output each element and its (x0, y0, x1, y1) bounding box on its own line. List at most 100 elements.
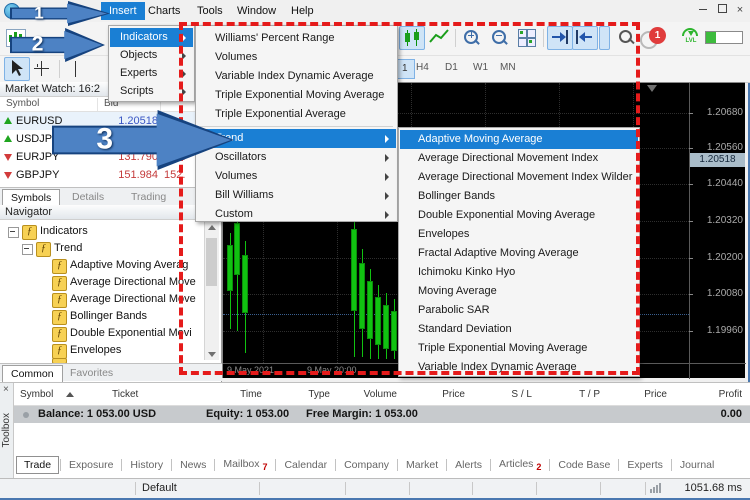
menu-item-parabolic-sar[interactable]: Parabolic SAR (400, 301, 638, 320)
menu-item-vida2[interactable]: Variable Index Dynamic Average (400, 358, 638, 377)
tree-item[interactable]: Envelopes (70, 343, 198, 358)
tab-experts[interactable]: Experts (620, 457, 670, 473)
tab-symbols[interactable]: Symbols (2, 189, 60, 206)
zoom-in-button[interactable] (459, 26, 485, 50)
tile-windows-button[interactable] (514, 26, 540, 50)
connection-progress-bar (705, 31, 743, 44)
menu-item-scripts[interactable]: Scripts (110, 82, 193, 101)
tab-company[interactable]: Company (337, 457, 396, 473)
tab-articles[interactable]: Articles 2 (492, 456, 548, 474)
menu-category-custom[interactable]: Custom (197, 205, 396, 224)
tab-mailbox[interactable]: Mailbox 7 (216, 456, 274, 474)
menu-category-bill-williams[interactable]: Bill Williams (197, 186, 396, 205)
search-icon[interactable] (614, 26, 640, 50)
tree-item-indicators[interactable]: Indicators (40, 224, 168, 239)
col-price2[interactable]: Price (617, 389, 667, 401)
timeframe-mn-button[interactable]: MN (496, 59, 520, 77)
function-icon: ƒ (52, 276, 67, 291)
menu-item-vida[interactable]: Variable Index Dynamic Average (197, 67, 396, 86)
notification-badge: 1 (649, 27, 666, 44)
collapse-icon[interactable] (8, 227, 19, 238)
function-icon: ƒ (52, 259, 67, 274)
menu-charts[interactable]: Charts (140, 2, 188, 20)
tree-item[interactable]: Average Directional Move (70, 275, 198, 290)
col-price[interactable]: Price (415, 389, 465, 401)
line-chart-button[interactable] (427, 26, 453, 50)
tree-item[interactable]: Double Exponential Movi (70, 326, 198, 341)
price-axis[interactable] (689, 83, 690, 379)
tab-favorites[interactable]: Favorites (62, 365, 121, 381)
menu-item-experts[interactable]: Experts (110, 64, 193, 83)
minimize-button[interactable] (696, 4, 710, 18)
shift-end-button[interactable] (547, 26, 573, 50)
collapse-icon[interactable] (22, 244, 33, 255)
column-symbol[interactable]: Symbol (6, 98, 39, 109)
indicator-list-button[interactable] (599, 26, 610, 50)
close-button[interactable]: × (733, 4, 747, 18)
orders-table-header: Symbol Ticket Time Type Volume Price S /… (14, 383, 750, 406)
menu-window[interactable]: Window (229, 2, 284, 20)
tab-trade[interactable]: Trade (16, 456, 59, 474)
menu-item-bollinger-bands[interactable]: Bollinger Bands (400, 187, 638, 206)
col-profit[interactable]: Profit (692, 389, 742, 401)
tab-trading[interactable]: Trading (123, 189, 174, 205)
time-label: 9 May 2021 (227, 365, 274, 375)
profile-selector[interactable]: Default (142, 482, 177, 494)
menu-item-objects[interactable]: Objects (110, 46, 193, 65)
tree-item-trend[interactable]: Trend (54, 241, 182, 256)
menu-item-dema[interactable]: Double Exponential Moving Average (400, 206, 638, 225)
col-tp[interactable]: T / P (550, 389, 600, 401)
auto-scroll-button[interactable] (572, 26, 598, 50)
menu-item-indicators[interactable]: Indicators (110, 28, 193, 47)
menu-help[interactable]: Help (283, 2, 322, 20)
col-sl[interactable]: S / L (482, 389, 532, 401)
tab-codebase[interactable]: Code Base (551, 457, 617, 473)
menu-item-williams-percent-range[interactable]: Williams' Percent Range (197, 29, 396, 48)
navigator-scrollbar[interactable] (204, 222, 219, 360)
timeframe-d1-button[interactable]: D1 (441, 59, 462, 77)
toolbox-close-icon[interactable]: × (3, 384, 9, 395)
menu-item-envelopes[interactable]: Envelopes (400, 225, 638, 244)
tab-alerts[interactable]: Alerts (448, 457, 489, 473)
menu-item-tema2[interactable]: Triple Exponential Moving Average (400, 339, 638, 358)
balance-row[interactable]: Balance: 1 053.00 USD Equity: 1 053.00 F… (14, 406, 750, 423)
tab-calendar[interactable]: Calendar (277, 457, 334, 473)
menu-item-adx-wilder[interactable]: Average Directional Movement Index Wilde… (400, 168, 638, 187)
menu-item-tema[interactable]: Triple Exponential Moving Average (197, 86, 396, 105)
tab-exposure[interactable]: Exposure (62, 457, 120, 473)
toolbox-side-label[interactable]: Toolbox (1, 413, 12, 447)
collapse-marker-icon[interactable] (23, 412, 29, 418)
tab-details[interactable]: Details (64, 189, 112, 205)
menu-item-volumes[interactable]: Volumes (197, 48, 396, 67)
menu-item-moving-average[interactable]: Moving Average (400, 282, 638, 301)
scroll-down-icon[interactable] (208, 352, 216, 357)
col-time[interactable]: Time (212, 389, 262, 401)
tab-journal[interactable]: Journal (673, 457, 721, 473)
scrollbar-thumb[interactable] (206, 238, 217, 286)
lvl-indicator-icon[interactable]: LVL (680, 27, 702, 49)
tab-market[interactable]: Market (399, 457, 445, 473)
tab-common[interactable]: Common (2, 365, 63, 382)
menu-item-frama[interactable]: Fractal Adaptive Moving Average (400, 244, 638, 263)
tab-news[interactable]: News (173, 457, 213, 473)
free-margin-text: Free Margin: 1 053.00 (306, 406, 418, 423)
col-symbol[interactable]: Symbol (20, 389, 53, 401)
menu-item-standard-deviation[interactable]: Standard Deviation (400, 320, 638, 339)
scroll-up-icon[interactable] (208, 225, 216, 230)
col-ticket[interactable]: Ticket (112, 389, 138, 401)
tree-item[interactable]: Average Directional Move (70, 292, 198, 307)
menu-item-adx[interactable]: Average Directional Movement Index (400, 149, 638, 168)
menu-item-adaptive-ma[interactable]: Adaptive Moving Average (400, 130, 638, 149)
tab-history[interactable]: History (123, 457, 170, 473)
timeframe-w1-button[interactable]: W1 (469, 59, 492, 77)
candlestick-chart-button[interactable] (399, 26, 425, 50)
menu-item-ichimoku[interactable]: Ichimoku Kinko Hyo (400, 263, 638, 282)
tree-item[interactable]: Adaptive Moving Averag (70, 258, 198, 273)
timeframe-h4-button[interactable]: H4 (412, 59, 433, 77)
col-volume[interactable]: Volume (347, 389, 397, 401)
col-type[interactable]: Type (280, 389, 330, 401)
restore-button[interactable] (715, 4, 729, 18)
zoom-out-button[interactable] (487, 26, 513, 50)
tree-item[interactable]: Bollinger Bands (70, 309, 198, 324)
menu-tools[interactable]: Tools (189, 2, 231, 20)
